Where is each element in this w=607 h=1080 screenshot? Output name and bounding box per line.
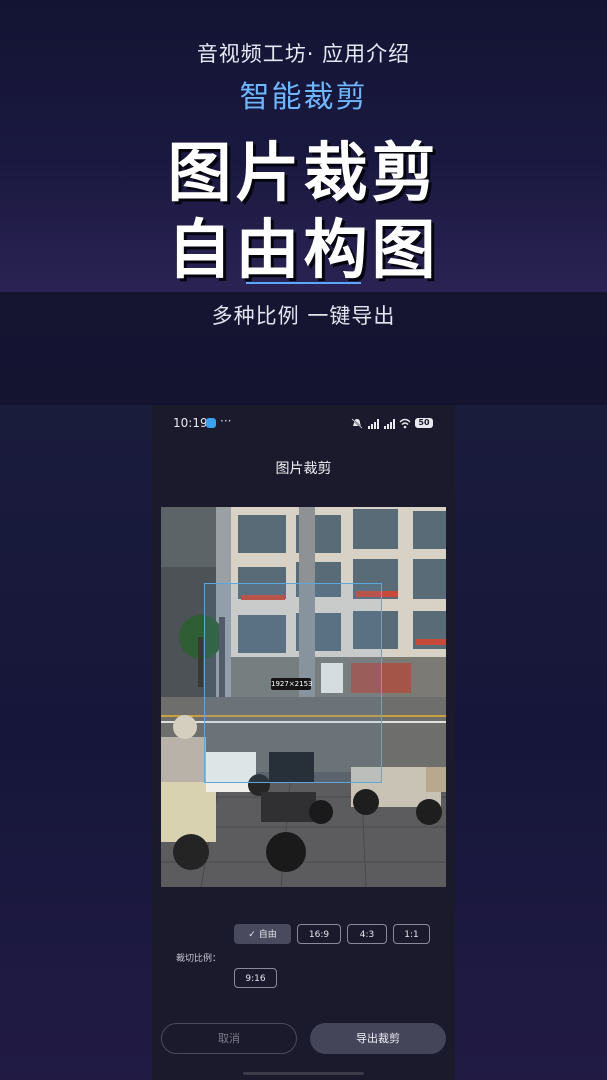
headline-underline [246, 282, 361, 284]
ratio-option-label: 4:3 [359, 930, 375, 940]
ratio-option-4-3[interactable]: 4:3 [347, 924, 387, 944]
export-crop-button[interactable]: 导出裁剪 [310, 1023, 446, 1054]
promo-subtitle: 音视频工坊· 应用介绍 [196, 42, 411, 66]
promo-feature-name: 智能裁剪 [239, 80, 368, 115]
battery-icon: 50 [415, 418, 433, 428]
check-icon: ✓ [248, 930, 256, 940]
crop-ratio-label: 裁切比例： [176, 954, 222, 964]
ratio-option-label: 16:9 [308, 930, 330, 940]
side-panel-right [455, 405, 607, 1080]
promo-tagline: 多种比例 一键导出 [211, 304, 396, 328]
mute-bell-icon [351, 417, 363, 429]
signal-5g-icon [384, 418, 395, 429]
ratio-option-9-16[interactable]: 9:16 [234, 968, 277, 988]
promo-headline-line2: 自由构图 [167, 214, 440, 288]
phone-screen: 10:19 ··· 50 图片裁剪 1927×2153 裁切比例： ✓ 自由 1… [152, 405, 455, 1080]
ratio-option-label: 自由 [258, 930, 277, 940]
cancel-button[interactable]: 取消 [161, 1023, 297, 1054]
ratio-option-label: 1:1 [404, 930, 419, 940]
status-bar: 10:19 ··· 50 [152, 405, 455, 441]
home-indicator[interactable] [243, 1072, 364, 1075]
signal-5g-icon [368, 418, 379, 429]
app-icon [206, 418, 216, 428]
status-icons: 50 [351, 416, 433, 430]
side-panel-left [0, 405, 152, 1080]
ratio-option-free[interactable]: ✓ 自由 [234, 924, 291, 944]
page-title: 图片裁剪 [275, 461, 332, 477]
status-time: 10:19 [173, 416, 208, 430]
more-notifications-icon: ··· [220, 414, 232, 428]
ratio-option-16-9[interactable]: 16:9 [297, 924, 341, 944]
crop-canvas[interactable]: 1927×2153 [161, 507, 446, 887]
ratio-option-label: 9:16 [245, 974, 266, 984]
ratio-option-1-1[interactable]: 1:1 [393, 924, 430, 944]
crop-dimensions-label: 1927×2153 [271, 678, 313, 690]
wifi-icon [399, 418, 411, 428]
